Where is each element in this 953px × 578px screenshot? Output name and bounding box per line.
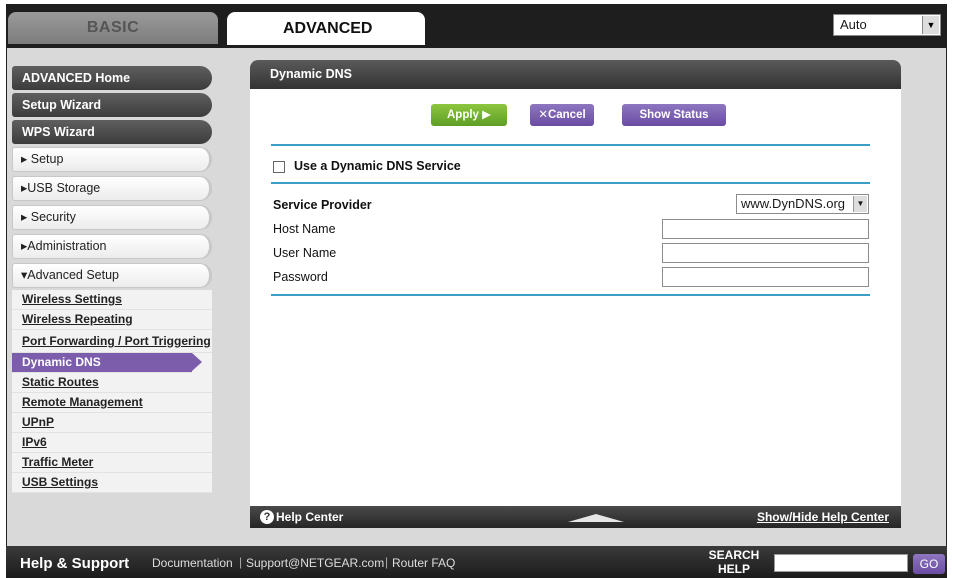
host-name-input[interactable] — [662, 219, 869, 239]
submenu-ipv6[interactable]: IPv6 — [12, 433, 212, 453]
advanced-setup-submenu: Wireless Settings Wireless Repeating Por… — [12, 290, 212, 493]
search-go-button[interactable]: GO — [913, 554, 945, 574]
chevron-down-icon: ▼ — [922, 16, 939, 34]
host-name-label: Host Name — [273, 222, 336, 236]
divider — [271, 182, 870, 184]
help-support-footer: Help & Support Documentation | Support@N… — [6, 546, 947, 578]
sidebar-item-setup-wizard[interactable]: Setup Wizard — [12, 93, 212, 117]
expand-up-icon[interactable] — [568, 514, 624, 522]
use-ddns-label: Use a Dynamic DNS Service — [294, 159, 461, 173]
separator: | — [239, 555, 243, 569]
user-name-label: User Name — [273, 246, 337, 260]
submenu-wireless-repeating[interactable]: Wireless Repeating — [12, 310, 212, 330]
password-label: Password — [273, 270, 328, 284]
submenu-traffic-meter[interactable]: Traffic Meter — [12, 453, 212, 473]
divider — [271, 144, 870, 146]
sidebar-nav: ADVANCED Home Setup Wizard WPS Wizard ▸ … — [12, 66, 212, 493]
submenu-port-forwarding[interactable]: Port Forwarding / Port Triggering — [12, 330, 212, 353]
sidebar-section-security[interactable]: ▸ Security — [12, 205, 212, 230]
submenu-remote-management[interactable]: Remote Management — [12, 393, 212, 413]
sidebar-section-setup[interactable]: ▸ Setup — [12, 147, 212, 172]
use-ddns-checkbox[interactable] — [273, 161, 285, 173]
help-center-bar: ? Help Center Show/Hide Help Center — [250, 506, 901, 528]
panel-title: Dynamic DNS — [250, 60, 901, 89]
search-help-input[interactable] — [774, 554, 908, 572]
sidebar-section-usb-storage[interactable]: ▸USB Storage — [12, 176, 212, 201]
submenu-wireless-settings[interactable]: Wireless Settings — [12, 290, 212, 310]
user-name-input[interactable] — [662, 243, 869, 263]
language-select-value: Auto — [840, 17, 867, 32]
apply-button[interactable]: Apply ▶ — [431, 104, 507, 126]
tab-basic[interactable]: BASIC — [8, 12, 218, 44]
cancel-button[interactable]: ✕Cancel — [530, 104, 594, 126]
tab-advanced[interactable]: ADVANCED — [227, 12, 425, 45]
submenu-usb-settings[interactable]: USB Settings — [12, 473, 212, 493]
submenu-static-routes[interactable]: Static Routes — [12, 373, 212, 393]
submenu-dynamic-dns[interactable]: Dynamic DNS — [12, 353, 202, 373]
sidebar-item-advanced-home[interactable]: ADVANCED Home — [12, 66, 212, 90]
submenu-upnp[interactable]: UPnP — [12, 413, 212, 433]
show-hide-help-link[interactable]: Show/Hide Help Center — [757, 506, 889, 528]
show-status-button[interactable]: Show Status — [622, 104, 726, 126]
chevron-down-icon: ▼ — [853, 196, 867, 212]
language-select[interactable]: Auto ▼ — [833, 14, 941, 36]
documentation-link[interactable]: Documentation — [152, 556, 233, 570]
service-provider-select[interactable]: www.DynDNS.org ▼ — [736, 194, 869, 214]
dynamic-dns-panel: Dynamic DNS Apply ▶ ✕Cancel Show Status … — [250, 60, 901, 528]
separator: | — [385, 555, 389, 569]
help-support-title: Help & Support — [20, 555, 130, 572]
sidebar-section-advanced-setup[interactable]: ▾Advanced Setup — [12, 263, 212, 288]
service-provider-label: Service Provider — [273, 198, 372, 212]
support-email-link[interactable]: Support@NETGEAR.com — [246, 556, 384, 570]
help-center-label[interactable]: Help Center — [276, 506, 343, 528]
sidebar-section-administration[interactable]: ▸Administration — [12, 234, 212, 259]
cancel-button-label: Cancel — [547, 109, 586, 121]
sidebar-item-wps-wizard[interactable]: WPS Wizard — [12, 120, 212, 144]
service-provider-value: www.DynDNS.org — [741, 196, 846, 211]
router-faq-link[interactable]: Router FAQ — [392, 556, 455, 570]
divider — [271, 294, 870, 296]
help-icon[interactable]: ? — [260, 510, 274, 524]
password-input[interactable] — [662, 267, 869, 287]
search-help-label: SEARCH HELP — [708, 548, 760, 576]
close-icon: ✕ — [538, 109, 548, 121]
